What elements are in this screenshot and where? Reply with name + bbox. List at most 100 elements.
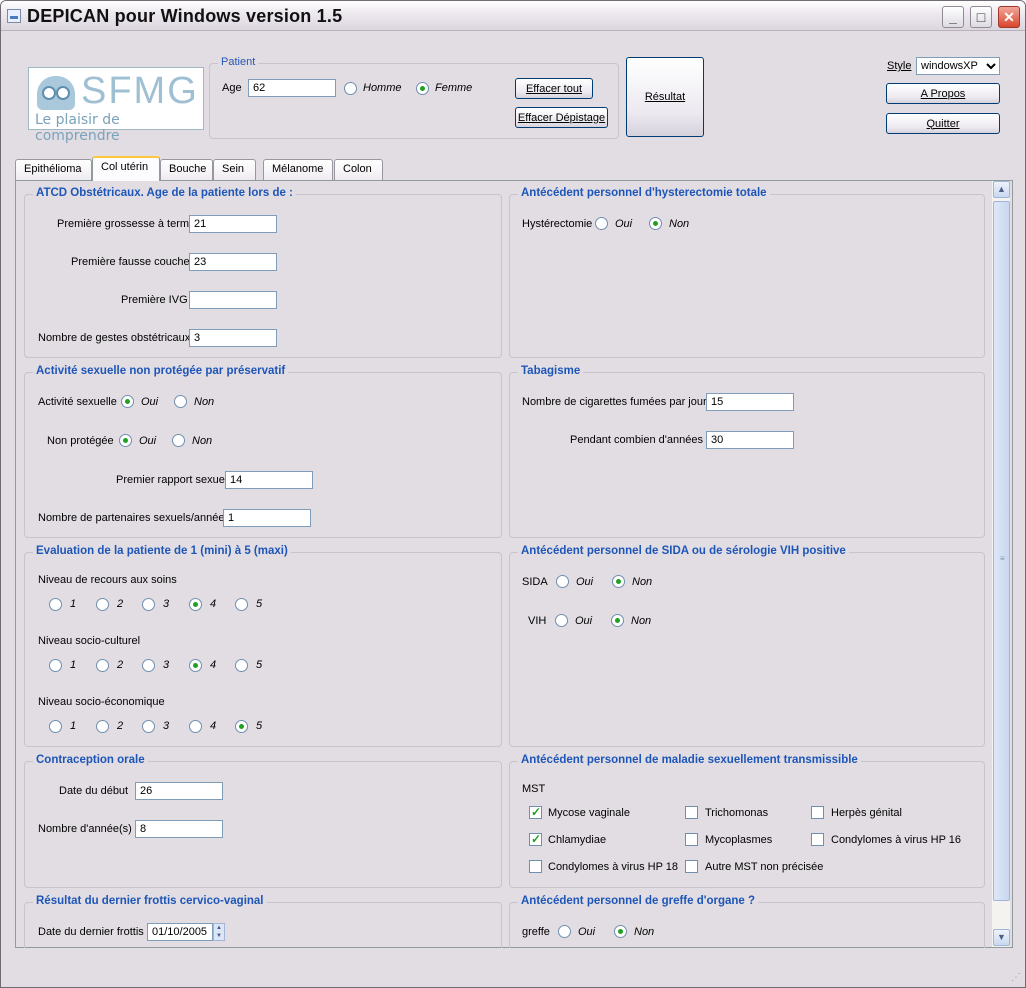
greffe-non-label: Non bbox=[634, 926, 655, 938]
vih-non-radio[interactable] bbox=[611, 614, 624, 627]
frottis-date-field[interactable]: 01/10/2005 bbox=[147, 923, 213, 941]
socio-economique-radio-1[interactable] bbox=[49, 720, 62, 733]
sida-label: SIDA bbox=[522, 576, 548, 588]
mst-label-hp18: Condylomes à virus HP 18 bbox=[548, 861, 679, 873]
non-protegee-oui-radio[interactable] bbox=[119, 434, 132, 447]
gestes-field[interactable]: 3 bbox=[189, 329, 277, 347]
mst-checkbox-herpes[interactable] bbox=[811, 806, 824, 819]
scroll-down-icon[interactable]: ▼ bbox=[993, 929, 1010, 946]
socio-economique-label-4: 4 bbox=[210, 720, 217, 732]
scroll-thumb[interactable]: ≡ bbox=[993, 201, 1010, 901]
socio-economique-radio-4[interactable] bbox=[189, 720, 202, 733]
close-button[interactable]: ✕ bbox=[998, 6, 1020, 28]
sex-femme-radio[interactable] bbox=[416, 82, 429, 95]
vih-non-label: Non bbox=[631, 615, 652, 627]
partenaires-field[interactable]: 1 bbox=[223, 509, 311, 527]
quitter-button[interactable]: Quitter bbox=[886, 113, 1000, 134]
socio-economique-radio-5[interactable] bbox=[235, 720, 248, 733]
mst-checkbox-chlamydiae[interactable] bbox=[529, 832, 542, 846]
tab-melanome[interactable]: Mélanome bbox=[263, 159, 333, 181]
mst-checkbox-mycoplasmes[interactable] bbox=[685, 833, 698, 846]
atcd-title: ATCD Obstétricaux. Age de la patiente lo… bbox=[33, 187, 296, 199]
greffe-non-radio[interactable] bbox=[614, 925, 627, 938]
socio-culturel-label: Niveau socio-culturel bbox=[38, 635, 141, 647]
window-title: DEPICAN pour Windows version 1.5 bbox=[27, 6, 343, 26]
owl-icon bbox=[37, 76, 75, 110]
logo-brand: SFMG bbox=[81, 70, 199, 112]
cigarettes-label: Nombre de cigarettes fumées par jour bbox=[522, 396, 707, 408]
premier-rapport-field[interactable]: 14 bbox=[225, 471, 313, 489]
recours-label: Niveau de recours aux soins bbox=[38, 574, 177, 586]
vih-oui-radio[interactable] bbox=[555, 614, 568, 627]
hysterectomie-non-radio[interactable] bbox=[649, 217, 662, 230]
resultat-button[interactable]: Résultat bbox=[626, 57, 704, 137]
tabac-annees-field[interactable]: 30 bbox=[706, 431, 794, 449]
recours-radio-4[interactable] bbox=[189, 598, 202, 611]
tab-bouche[interactable]: Bouche bbox=[160, 159, 213, 181]
grossesse-field[interactable]: 21 bbox=[189, 215, 277, 233]
contraception-annees-field[interactable]: 8 bbox=[135, 820, 223, 838]
recours-radio-5[interactable] bbox=[235, 598, 248, 611]
app-icon[interactable] bbox=[7, 9, 21, 23]
tabagisme-group: Tabagisme Nombre de cigarettes fumées pa… bbox=[509, 365, 985, 538]
mst-checkbox-hp16[interactable] bbox=[811, 833, 824, 846]
fausse-couche-field[interactable]: 23 bbox=[189, 253, 277, 271]
frottis-title: Résultat du dernier frottis cervico-vagi… bbox=[33, 895, 267, 907]
cigarettes-field[interactable]: 15 bbox=[706, 393, 794, 411]
greffe-label: greffe bbox=[522, 926, 550, 938]
mst-checkbox-trichomonas[interactable] bbox=[685, 806, 698, 819]
minimize-button[interactable]: _ bbox=[942, 6, 964, 28]
effacer-tout-button[interactable]: Effacer tout bbox=[515, 78, 593, 99]
resize-grip-icon[interactable]: ⋰ bbox=[1011, 972, 1021, 983]
mst-checkbox-autre[interactable] bbox=[685, 860, 698, 873]
date-spinner[interactable]: ▲ ▼ bbox=[213, 923, 225, 941]
premier-rapport-label: Premier rapport sexuel bbox=[116, 474, 228, 486]
style-select[interactable]: windowsXP bbox=[916, 57, 1000, 75]
greffe-title: Antécédent personnel de greffe d'organe … bbox=[518, 895, 759, 907]
activite-non-label: Non bbox=[194, 396, 215, 408]
socio-economique-label-3: 3 bbox=[163, 720, 170, 732]
tab-sein[interactable]: Sein bbox=[213, 159, 256, 181]
socio-economique-radio-3[interactable] bbox=[142, 720, 155, 733]
scroll-up-icon[interactable]: ▲ bbox=[993, 181, 1010, 198]
sida-non-radio[interactable] bbox=[612, 575, 625, 588]
age-field[interactable]: 62 bbox=[248, 79, 336, 97]
tab-col-uterin[interactable]: Col utérin bbox=[92, 156, 160, 181]
maximize-button[interactable]: □ bbox=[970, 6, 992, 28]
activite-oui-radio[interactable] bbox=[121, 395, 134, 408]
mst-checkbox-mycose[interactable] bbox=[529, 805, 542, 819]
socio-culturel-radio-5[interactable] bbox=[235, 659, 248, 672]
ivg-field[interactable] bbox=[189, 291, 277, 309]
recours-radio-3[interactable] bbox=[142, 598, 155, 611]
socio-culturel-radio-4[interactable] bbox=[189, 659, 202, 672]
greffe-oui-radio[interactable] bbox=[558, 925, 571, 938]
recours-radio-1[interactable] bbox=[49, 598, 62, 611]
mst-label-herpes: Herpès génital bbox=[831, 807, 902, 819]
socio-culturel-radio-1[interactable] bbox=[49, 659, 62, 672]
mst-label-mycose: Mycose vaginale bbox=[548, 807, 630, 819]
socio-culturel-radio-2[interactable] bbox=[96, 659, 109, 672]
socio-culturel-radio-3[interactable] bbox=[142, 659, 155, 672]
sida-oui-radio[interactable] bbox=[556, 575, 569, 588]
vertical-scrollbar[interactable]: ▲ ≡ ▼ bbox=[991, 181, 1010, 947]
socio-economique-radio-2[interactable] bbox=[96, 720, 109, 733]
non-protegee-non-label: Non bbox=[192, 435, 213, 447]
effacer-depistage-button[interactable]: Effacer Dépistage bbox=[515, 107, 608, 128]
tab-epithelioma[interactable]: Epithélioma bbox=[15, 159, 92, 181]
sex-homme-label: Homme bbox=[363, 82, 402, 94]
debut-field[interactable]: 26 bbox=[135, 782, 223, 800]
socio-culturel-label-4: 4 bbox=[210, 659, 217, 671]
hysterectomie-oui-radio[interactable] bbox=[595, 217, 608, 230]
sida-group: Antécédent personnel de SIDA ou de sérol… bbox=[509, 545, 985, 747]
non-protegee-label: Non protégée bbox=[47, 435, 114, 447]
activite-non-radio[interactable] bbox=[174, 395, 187, 408]
apropos-button[interactable]: A Propos bbox=[886, 83, 1000, 104]
non-protegee-non-radio[interactable] bbox=[172, 434, 185, 447]
activite-oui-label: Oui bbox=[141, 396, 159, 408]
tab-colon[interactable]: Colon bbox=[334, 159, 383, 181]
contraception-annees-label: Nombre d'année(s) bbox=[38, 823, 132, 835]
mst-checkbox-hp18[interactable] bbox=[529, 860, 542, 873]
sex-homme-radio[interactable] bbox=[344, 82, 357, 95]
recours-radio-2[interactable] bbox=[96, 598, 109, 611]
quitter-label: Quitter bbox=[926, 117, 960, 130]
